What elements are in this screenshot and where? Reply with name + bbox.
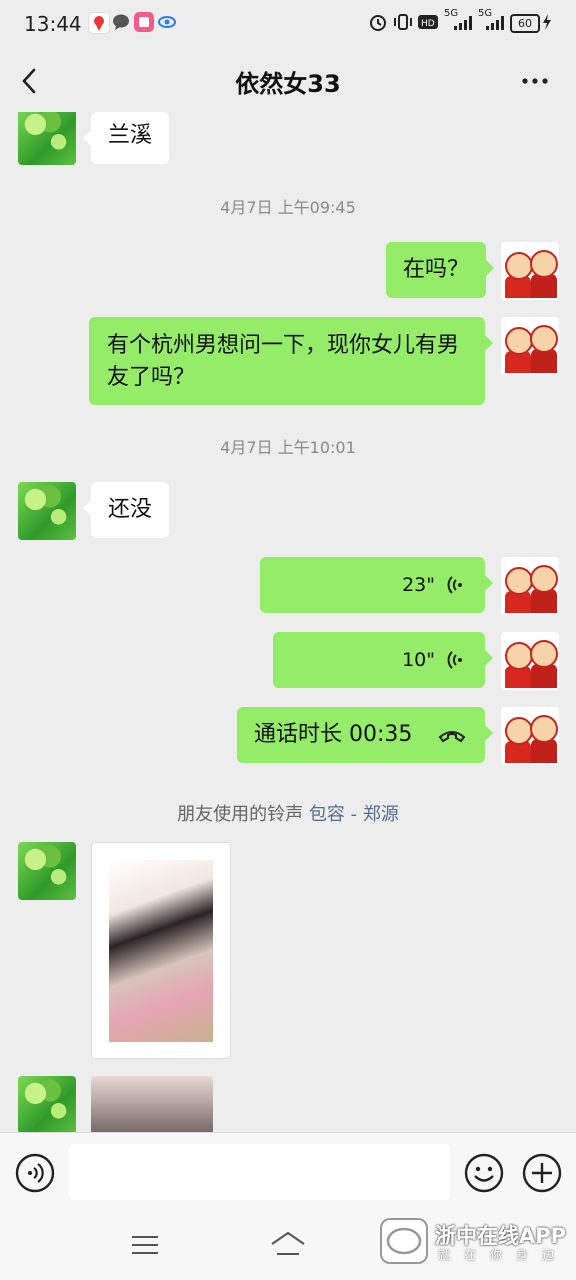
contact-avatar[interactable] — [18, 1076, 76, 1132]
voice-message-bubble[interactable]: 10" — [273, 632, 493, 688]
input-bar — [0, 1132, 576, 1213]
call-duration-text: 通话时长 00:35 — [254, 722, 413, 747]
voice-wave-icon — [445, 649, 465, 671]
voice-duration: 10" — [402, 649, 435, 671]
my-avatar[interactable] — [501, 632, 559, 690]
voice-message-bubble[interactable]: 23" — [260, 557, 493, 613]
ringtone-note: 朋友使用的铃声 包容 - 郑源 — [0, 800, 576, 826]
outgoing-message-bubble[interactable]: 在吗？ — [386, 242, 495, 298]
status-bar: 13:44 HD 5G 5G 60 — [0, 0, 576, 46]
signal-icon-1 — [452, 12, 472, 32]
chat-notification-icon — [111, 12, 131, 32]
chat-title: 依然女33 — [235, 70, 341, 98]
timestamp: 4月7日 上午09:45 — [220, 198, 356, 217]
my-avatar[interactable] — [501, 242, 559, 300]
timestamp: 4月7日 上午10:01 — [220, 438, 356, 457]
watermark: 浙中在线APP 就在你身边 — [380, 1218, 570, 1266]
ringtone-song-link[interactable]: 包容 - 郑源 — [309, 804, 399, 825]
chat-header: 依然女33 — [0, 46, 576, 116]
menu-icon[interactable] — [130, 1232, 160, 1258]
emoji-icon[interactable] — [463, 1152, 505, 1194]
eye-notification-icon — [157, 12, 177, 32]
alarm-icon — [368, 12, 388, 32]
add-more-icon[interactable] — [521, 1152, 563, 1194]
contact-avatar[interactable] — [18, 482, 76, 540]
my-avatar[interactable] — [501, 707, 559, 765]
watermark-logo — [380, 1218, 428, 1264]
contact-avatar[interactable] — [18, 842, 76, 900]
more-options-icon[interactable] — [518, 66, 552, 96]
incoming-message-bubble[interactable]: 兰溪 — [82, 112, 170, 164]
my-avatar[interactable] — [501, 557, 559, 615]
status-time: 13:44 — [24, 12, 82, 36]
map-pin-icon — [88, 12, 110, 34]
charging-icon — [540, 12, 560, 32]
contact-avatar[interactable] — [18, 112, 76, 165]
system-nav-bar: 浙中在线APP 就在你身边 — [0, 1212, 576, 1280]
voice-input-icon[interactable] — [14, 1152, 56, 1194]
ringtone-prefix: 朋友使用的铃声 — [177, 804, 304, 825]
image-message[interactable] — [91, 842, 231, 1059]
signal-icon-2 — [484, 12, 504, 32]
app-notification-icon — [134, 12, 154, 32]
call-record-bubble[interactable]: 通话时长 00:35 — [237, 707, 493, 763]
svg-text:HD: HD — [421, 19, 435, 29]
battery-icon: 60 — [510, 14, 540, 33]
my-avatar[interactable] — [501, 317, 559, 375]
home-icon[interactable] — [269, 1230, 307, 1260]
chat-message-list[interactable]: 兰溪 4月7日 上午09:45 在吗？ 有个杭州男想问一下，现你女儿有男友了吗？… — [0, 112, 576, 1132]
phone-hangup-icon — [437, 723, 467, 747]
image-message[interactable] — [91, 1076, 213, 1132]
photo-thumbnail — [109, 860, 213, 1042]
voice-duration: 23" — [402, 574, 435, 596]
hd-icon: HD — [417, 12, 439, 32]
incoming-message-bubble[interactable]: 还没 — [82, 482, 170, 538]
outgoing-message-bubble[interactable]: 有个杭州男想问一下，现你女儿有男友了吗？ — [89, 317, 493, 405]
voice-wave-icon — [445, 574, 465, 596]
watermark-subtitle: 就在你身边 — [438, 1248, 569, 1262]
message-input[interactable] — [69, 1144, 450, 1200]
vibrate-icon — [392, 12, 412, 32]
